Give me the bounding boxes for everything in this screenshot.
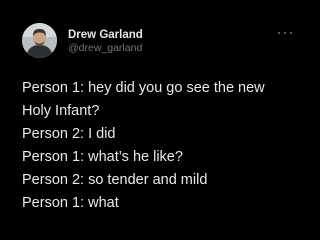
tweet-line: Person 1: what bbox=[22, 195, 119, 211]
tweet-line: Person 1: what’s he like? bbox=[22, 149, 183, 165]
author-display-name[interactable]: Drew Garland bbox=[68, 29, 143, 42]
person-photo-icon bbox=[22, 23, 57, 58]
more-dot bbox=[290, 32, 292, 34]
more-horizontal-icon[interactable] bbox=[278, 31, 292, 35]
avatar[interactable] bbox=[22, 23, 57, 58]
author-info: Drew Garland @drew_garland bbox=[68, 29, 143, 55]
more-dot bbox=[278, 32, 280, 34]
author-handle[interactable]: @drew_garland bbox=[68, 42, 143, 55]
tweet-card: Drew Garland @drew_garland Person 1: hey… bbox=[0, 0, 300, 240]
tweet-line: Person 2: so tender and mild bbox=[22, 172, 208, 188]
tweet-line: Holy Infant? bbox=[22, 103, 100, 119]
tweet-line: Person 1: hey did you go see the new bbox=[22, 80, 265, 96]
tweet-text: Person 1: hey did you go see the new Hol… bbox=[22, 78, 292, 216]
more-dot bbox=[284, 32, 286, 34]
tweet-line: Person 2: I did bbox=[22, 126, 116, 142]
